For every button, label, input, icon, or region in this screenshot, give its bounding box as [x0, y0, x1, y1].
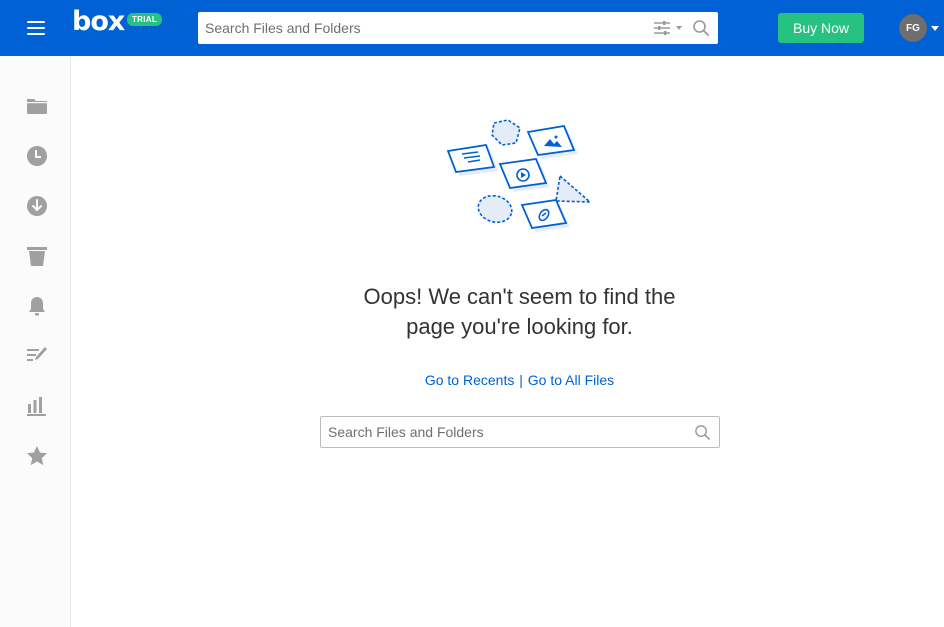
main-search-input[interactable]: [321, 417, 681, 447]
clock-icon: [27, 146, 47, 166]
account-menu[interactable]: FG: [899, 14, 943, 42]
bell-icon: [29, 297, 45, 316]
avatar: FG: [899, 14, 927, 42]
go-to-all-files-link[interactable]: Go to All Files: [528, 372, 614, 388]
sidebar-item-favorites[interactable]: [25, 444, 49, 468]
header-search-input[interactable]: [198, 12, 638, 44]
notes-icon: [27, 347, 47, 361]
sidebar-item-admin-console[interactable]: [25, 394, 49, 418]
main-content: Oops! We can't seem to find the page you…: [71, 56, 944, 627]
sidebar: [0, 56, 71, 627]
trial-badge: TRIAL: [127, 13, 163, 26]
chevron-down-icon: [931, 26, 939, 31]
recovery-links: Go to Recents | Go to All Files: [311, 372, 728, 388]
menu-icon[interactable]: [22, 16, 50, 40]
error-message: Oops! We can't seem to find the page you…: [311, 282, 728, 342]
error-message-line-2: page you're looking for.: [406, 314, 633, 339]
header-search-box: [198, 12, 718, 44]
buy-now-button[interactable]: Buy Now: [778, 13, 864, 43]
error-message-line-1: Oops! We can't seem to find the: [363, 284, 676, 309]
top-bar: box TRIAL Buy Now FG: [0, 0, 944, 56]
trash-icon: [27, 247, 47, 266]
sidebar-item-all-files[interactable]: [25, 94, 49, 118]
bar-chart-icon: [27, 397, 46, 416]
folder-icon: [27, 99, 47, 114]
main-search-box: [320, 416, 720, 448]
sidebar-item-trash[interactable]: [25, 244, 49, 268]
logo-text: box: [72, 6, 125, 37]
sidebar-item-notes[interactable]: [25, 344, 49, 368]
sidebar-item-synced[interactable]: [25, 194, 49, 218]
sidebar-item-notifications[interactable]: [25, 294, 49, 318]
sidebar-item-recents[interactable]: [25, 144, 49, 168]
link-separator: |: [519, 372, 523, 388]
search-icon[interactable]: [694, 424, 711, 441]
files-illustration: [446, 119, 593, 232]
filter-icon[interactable]: [654, 21, 684, 35]
go-to-recents-link[interactable]: Go to Recents: [425, 372, 515, 388]
star-icon: [27, 446, 47, 466]
search-icon[interactable]: [692, 19, 710, 37]
download-icon: [27, 196, 47, 216]
